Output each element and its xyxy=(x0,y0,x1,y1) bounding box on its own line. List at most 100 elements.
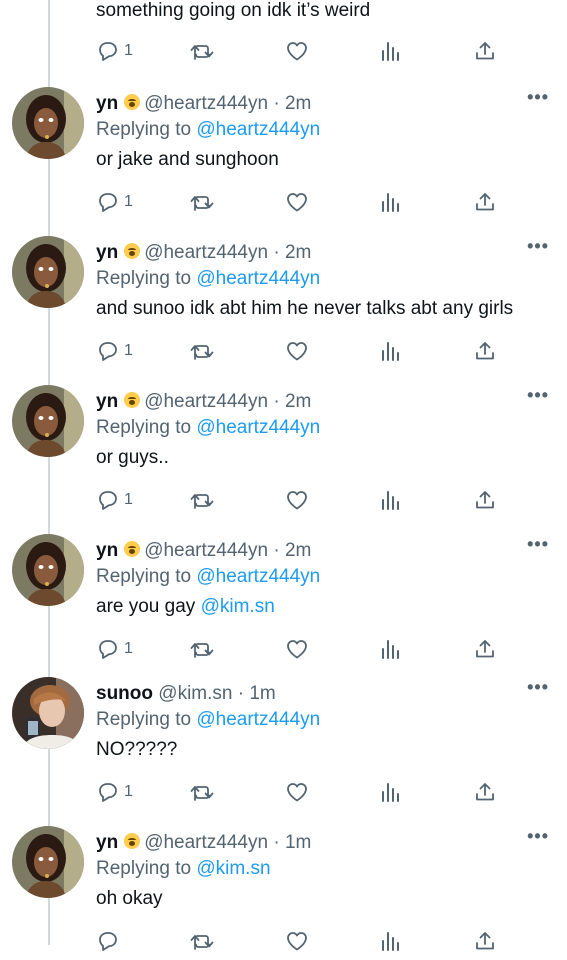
retweet-button[interactable] xyxy=(189,337,215,365)
emoji-icon xyxy=(124,833,141,849)
retweet-button[interactable] xyxy=(189,188,215,216)
like-button[interactable] xyxy=(285,37,309,65)
more-icon[interactable]: ••• xyxy=(527,826,549,847)
tweet-text: NO????? xyxy=(96,739,178,760)
heart-icon xyxy=(285,190,309,214)
tweet-text: or jake and sunghoon xyxy=(96,149,279,170)
avatar[interactable] xyxy=(12,677,84,749)
more-icon[interactable]: ••• xyxy=(527,534,549,555)
views-button[interactable] xyxy=(380,778,402,806)
analytics-icon xyxy=(380,488,402,512)
retweet-button[interactable] xyxy=(189,37,215,65)
like-button[interactable] xyxy=(285,778,309,806)
timestamp[interactable]: · 2m xyxy=(273,93,311,114)
reply-button[interactable]: 1 xyxy=(96,486,133,514)
like-button[interactable] xyxy=(285,486,309,514)
avatar[interactable] xyxy=(12,826,84,898)
views-button[interactable] xyxy=(380,37,402,65)
share-button[interactable] xyxy=(473,37,497,65)
handle[interactable]: @heartz444yn xyxy=(144,391,268,412)
more-icon[interactable]: ••• xyxy=(527,677,549,698)
tweet-header: sunoo @kim.sn · 1m xyxy=(96,683,276,705)
reply-button[interactable]: 1 xyxy=(96,188,133,216)
replying-label: Replying to xyxy=(96,119,192,140)
like-button[interactable] xyxy=(285,927,309,955)
display-name[interactable]: yn xyxy=(96,540,118,561)
reply-count: 1 xyxy=(124,640,133,657)
reply-button[interactable]: 1 xyxy=(96,635,133,663)
more-icon[interactable]: ••• xyxy=(527,236,549,257)
display-name[interactable]: yn xyxy=(96,832,118,853)
timestamp[interactable]: · 2m xyxy=(273,391,311,412)
share-button[interactable] xyxy=(473,635,497,663)
views-button[interactable] xyxy=(380,927,402,955)
reply-count: 1 xyxy=(124,783,133,800)
share-button[interactable] xyxy=(473,778,497,806)
reply-icon xyxy=(96,929,120,953)
reply-count: 1 xyxy=(124,491,133,508)
share-icon xyxy=(473,190,497,214)
mention-link[interactable]: @heartz444yn xyxy=(196,566,320,587)
more-icon[interactable]: ••• xyxy=(527,87,549,108)
reply-button[interactable]: 1 xyxy=(96,37,133,65)
reply-button[interactable]: 1 xyxy=(96,778,133,806)
views-button[interactable] xyxy=(380,337,402,365)
like-button[interactable] xyxy=(285,635,309,663)
display-name[interactable]: yn xyxy=(96,242,118,263)
avatar[interactable] xyxy=(12,236,84,308)
mention-link[interactable]: @kim.sn xyxy=(196,858,270,879)
reply-count: 1 xyxy=(124,193,133,210)
retweet-button[interactable] xyxy=(189,778,215,806)
retweet-button[interactable] xyxy=(189,927,215,955)
heart-icon xyxy=(285,780,309,804)
tweet-actions: 1 xyxy=(0,486,567,514)
reply-button[interactable] xyxy=(96,927,124,955)
replying-label: Replying to xyxy=(96,858,192,879)
views-button[interactable] xyxy=(380,635,402,663)
reply-icon xyxy=(96,637,120,661)
handle[interactable]: @heartz444yn xyxy=(144,242,268,263)
share-icon xyxy=(473,929,497,953)
avatar[interactable] xyxy=(12,385,84,457)
replying-to: Replying to @heartz444yn xyxy=(96,119,320,141)
avatar[interactable] xyxy=(12,534,84,606)
more-icon[interactable]: ••• xyxy=(527,385,549,406)
tweet-actions: 1 xyxy=(0,337,567,365)
views-button[interactable] xyxy=(380,188,402,216)
retweet-icon xyxy=(189,780,215,804)
mention-link[interactable]: @heartz444yn xyxy=(196,417,320,438)
timestamp[interactable]: · 2m xyxy=(273,242,311,263)
tweet-actions: 1 xyxy=(0,778,567,806)
top-tweet-actions: 1 xyxy=(0,37,567,65)
timestamp[interactable]: · 2m xyxy=(273,540,311,561)
reply-button[interactable]: 1 xyxy=(96,337,133,365)
handle[interactable]: @heartz444yn xyxy=(144,540,268,561)
display-name[interactable]: sunoo xyxy=(96,683,153,704)
display-name[interactable]: yn xyxy=(96,391,118,412)
handle[interactable]: @heartz444yn xyxy=(144,93,268,114)
share-button[interactable] xyxy=(473,188,497,216)
mention-link[interactable]: @heartz444yn xyxy=(196,119,320,140)
timestamp[interactable]: · 1m xyxy=(238,683,276,704)
share-button[interactable] xyxy=(473,927,497,955)
reply-icon xyxy=(96,339,120,363)
share-icon xyxy=(473,637,497,661)
display-name[interactable]: yn xyxy=(96,93,118,114)
mention-link[interactable]: @heartz444yn xyxy=(196,268,320,289)
mention-link[interactable]: @kim.sn xyxy=(201,596,275,617)
share-icon xyxy=(473,39,497,63)
like-button[interactable] xyxy=(285,337,309,365)
timestamp[interactable]: · 1m xyxy=(273,832,311,853)
retweet-button[interactable] xyxy=(189,486,215,514)
share-button[interactable] xyxy=(473,337,497,365)
like-button[interactable] xyxy=(285,188,309,216)
avatar[interactable] xyxy=(12,87,84,159)
tweet-actions: 1 xyxy=(0,635,567,663)
share-button[interactable] xyxy=(473,486,497,514)
handle[interactable]: @kim.sn xyxy=(158,683,232,704)
retweet-button[interactable] xyxy=(189,635,215,663)
views-button[interactable] xyxy=(380,486,402,514)
tweet-text: or guys.. xyxy=(96,447,169,468)
mention-link[interactable]: @heartz444yn xyxy=(196,709,320,730)
handle[interactable]: @heartz444yn xyxy=(144,832,268,853)
